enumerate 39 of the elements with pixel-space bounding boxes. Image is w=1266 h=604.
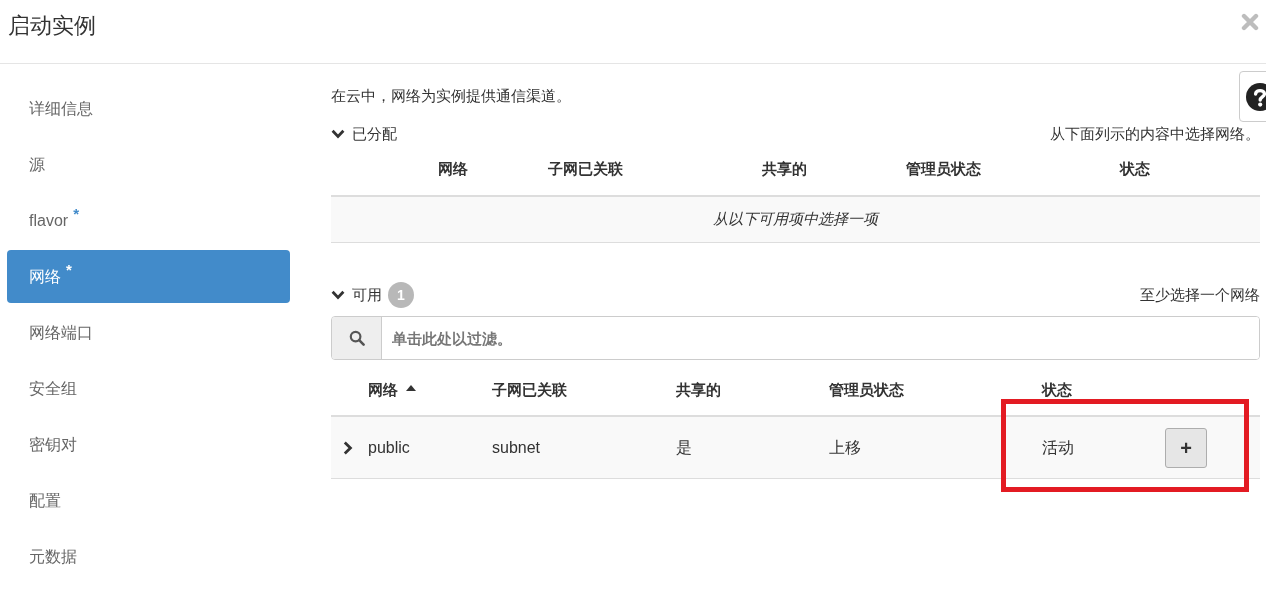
sidebar-item[interactable]: 元数据 <box>7 530 290 583</box>
sidebar-item[interactable]: 源 <box>7 138 290 191</box>
help-icon <box>1246 82 1266 111</box>
search-icon <box>348 330 365 346</box>
section-hint: 从下面列示的内容中选择网络。 <box>1050 124 1260 144</box>
column-header[interactable]: 子网已关联 <box>492 380 676 400</box>
filter-field[interactable]: 单击此处以过滤。 <box>331 316 1260 360</box>
sidebar-item[interactable]: 密钥对 <box>7 418 290 471</box>
close-icon <box>1241 13 1259 31</box>
column-header: 子网已关联 <box>548 159 624 179</box>
section-toggle[interactable]: 可用 <box>331 285 382 305</box>
empty-message: 从以下可用项中选择一项 <box>713 210 878 229</box>
column-header[interactable]: 共享的 <box>676 380 829 400</box>
column-header: 网络 <box>438 159 469 179</box>
sidebar-item[interactable]: 详细信息 <box>7 82 290 135</box>
table-cell-text: 上移 <box>829 437 862 458</box>
table-cell-text: subnet <box>492 437 542 458</box>
column-header[interactable]: 管理员状态 <box>829 380 1042 400</box>
column-header: 共享的 <box>762 159 808 179</box>
required-asterisk: * <box>66 261 72 278</box>
table-cell-text: 活动 <box>1042 437 1075 458</box>
column-header[interactable]: 状态 <box>1042 380 1165 400</box>
count-badge: 1 <box>388 282 414 308</box>
sidebar-item[interactable]: 安全组 <box>7 362 290 415</box>
table-cell-text: public <box>368 437 411 458</box>
chevron-right-icon[interactable] <box>343 440 353 455</box>
required-asterisk: * <box>73 205 79 222</box>
add-button[interactable]: + <box>1165 427 1207 468</box>
section-toggle[interactable]: 已分配 <box>331 124 397 144</box>
description-text: 在云中，网络为实例提供通信渠道。 <box>331 86 572 106</box>
column-header: 管理员状态 <box>906 159 982 179</box>
sidebar-item[interactable]: 网络端口 <box>7 306 290 359</box>
sidebar-item[interactable]: 配置 <box>7 474 290 527</box>
dialog-title: 启动实例 <box>8 12 96 40</box>
section-hint: 至少选择一个网络 <box>1140 285 1260 305</box>
column-header[interactable]: 网络 <box>368 380 492 400</box>
column-header: 状态 <box>1120 159 1151 179</box>
table-cell-text: 是 <box>676 437 693 458</box>
sort-caret-icon <box>406 385 416 391</box>
